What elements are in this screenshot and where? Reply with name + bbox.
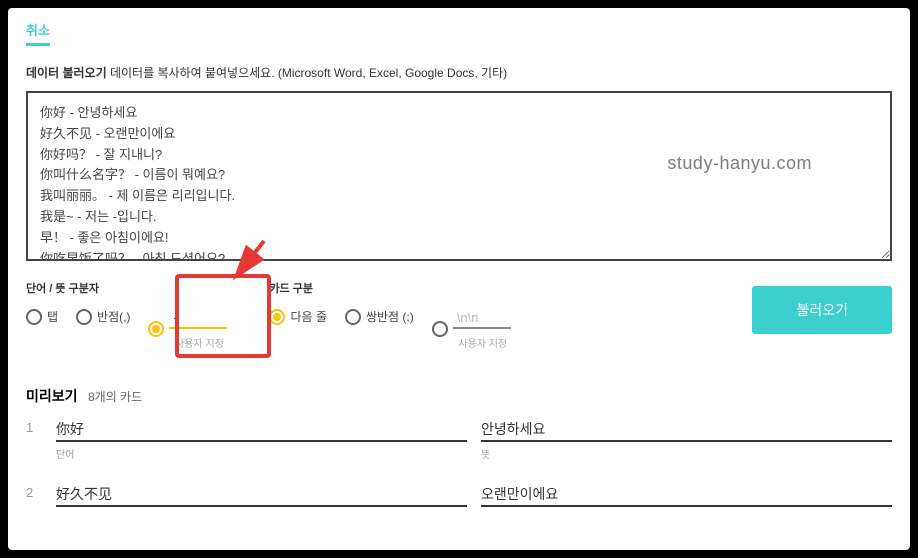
card-back-input[interactable]	[481, 418, 892, 442]
preview-title: 미리보기	[26, 388, 78, 404]
card-front-input[interactable]	[56, 483, 467, 507]
radio-icon	[76, 309, 92, 325]
radio-label: 반점(,)	[97, 308, 130, 325]
import-button[interactable]: 불러오기	[752, 286, 892, 334]
radio-label: 쌍반점 (;)	[366, 308, 414, 325]
cancel-link[interactable]: 취소	[26, 20, 50, 46]
import-data-textarea[interactable]	[26, 91, 892, 261]
custom-sublabel: 사용자 지정	[169, 335, 229, 350]
card-front-sublabel: 단어	[56, 446, 467, 461]
radio-label: 탭	[47, 308, 58, 325]
card-back-input[interactable]	[481, 483, 892, 507]
card-number: 1	[26, 418, 42, 435]
radio-icon	[345, 309, 361, 325]
card-sep-label: 카드 구분	[269, 280, 512, 296]
preview-card-row: 2	[26, 483, 892, 507]
radio-icon	[26, 309, 42, 325]
card-back-sublabel: 뜻	[481, 446, 892, 461]
word-sep-custom-radio[interactable]: 사용자 지정	[148, 308, 229, 350]
word-sep-comma-radio[interactable]: 반점(,)	[76, 308, 130, 325]
preview-card-row: 1 단어 뜻	[26, 418, 892, 461]
word-separator-group: 단어 / 뜻 구분자 탭 반점(,) 사용자 지정	[26, 280, 229, 350]
card-sep-semicolon-radio[interactable]: 쌍반점 (;)	[345, 308, 414, 325]
radio-icon	[148, 321, 164, 337]
radio-icon	[269, 309, 285, 325]
card-number: 2	[26, 483, 42, 500]
preview-count: 8개의 카드	[88, 390, 142, 404]
word-sep-custom-input[interactable]	[169, 308, 227, 329]
instruction-text: 데이터 불러오기 데이터를 복사하여 붙여넣으세요. (Microsoft Wo…	[26, 64, 892, 81]
word-sep-label: 단어 / 뜻 구분자	[26, 280, 229, 296]
card-sep-custom-radio[interactable]: 사용자 지정	[432, 308, 513, 350]
card-separator-group: 카드 구분 다음 줄 쌍반점 (;) 사용자 지정	[269, 280, 512, 350]
radio-icon	[432, 321, 448, 337]
card-sep-custom-input[interactable]	[453, 308, 511, 329]
card-front-input[interactable]	[56, 418, 467, 442]
card-sep-newline-radio[interactable]: 다음 줄	[269, 308, 326, 325]
radio-label: 다음 줄	[290, 308, 326, 325]
word-sep-tab-radio[interactable]: 탭	[26, 308, 58, 325]
custom-sublabel: 사용자 지정	[453, 335, 513, 350]
